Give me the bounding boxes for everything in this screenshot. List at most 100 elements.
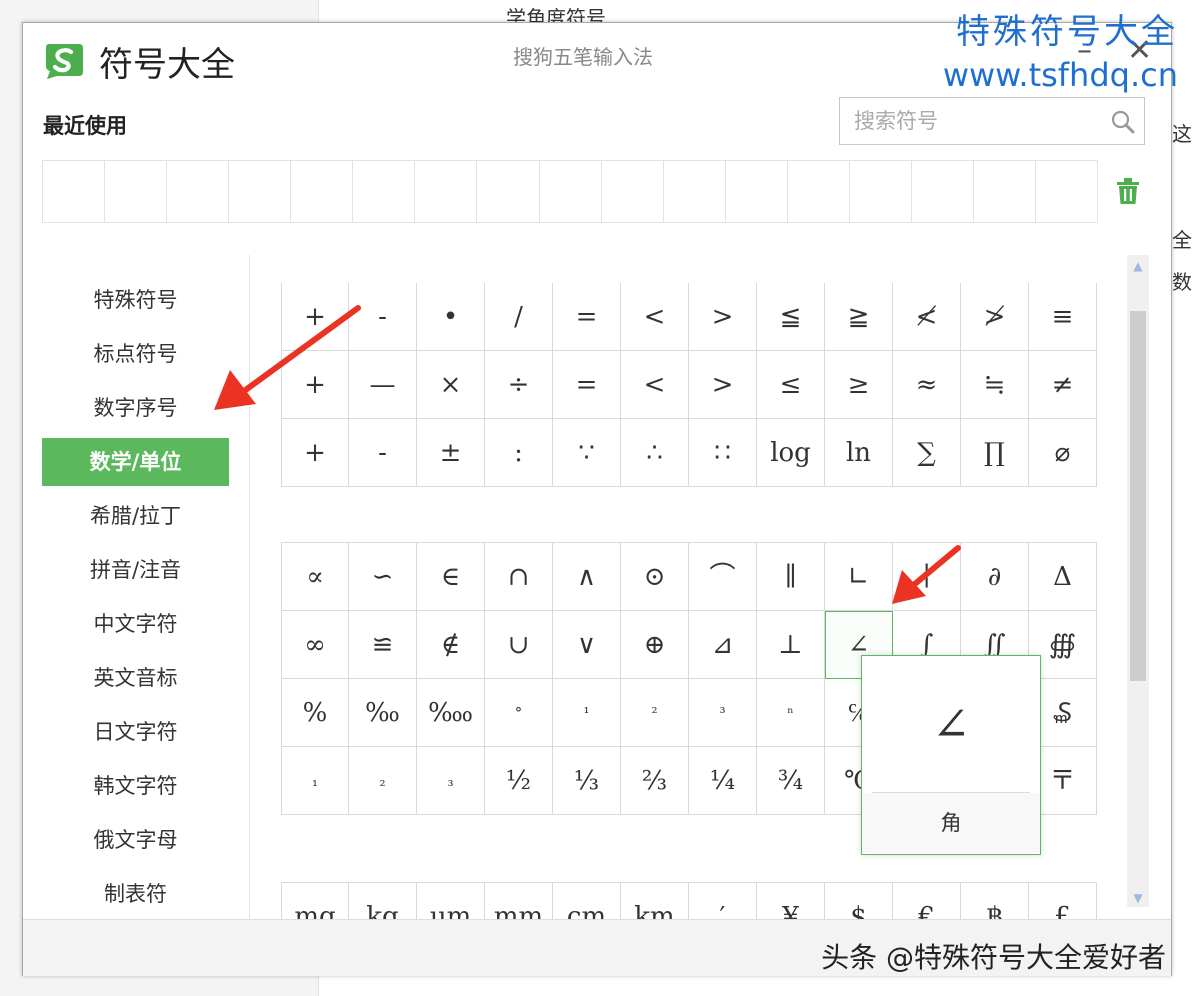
symbol-cell[interactable]: ∩	[485, 543, 553, 611]
recent-symbol-slot[interactable]	[105, 161, 168, 222]
recent-symbol-slot[interactable]	[602, 161, 664, 222]
recent-symbol-slot[interactable]	[850, 161, 912, 222]
symbol-cell[interactable]: ∞	[281, 611, 349, 679]
recent-symbol-slot[interactable]	[726, 161, 788, 222]
symbol-cell[interactable]: kg	[349, 883, 417, 919]
recent-symbol-slot[interactable]	[788, 161, 850, 222]
symbol-cell[interactable]: ln	[825, 419, 893, 487]
symbol-cell[interactable]: ÷	[485, 351, 553, 419]
symbol-cell[interactable]: ¹	[553, 679, 621, 747]
symbol-cell[interactable]: log	[757, 419, 825, 487]
symbol-cell[interactable]: ₃	[417, 747, 485, 815]
symbol-cell[interactable]: ∥	[757, 543, 825, 611]
symbol-cell[interactable]: €	[893, 883, 961, 919]
symbol-cell[interactable]: ∈	[417, 543, 485, 611]
symbol-cell[interactable]: :	[485, 419, 553, 487]
symbol-cell[interactable]: ∨	[553, 611, 621, 679]
symbol-cell[interactable]: ≧	[825, 283, 893, 351]
symbol-cell[interactable]: ∑	[893, 419, 961, 487]
symbol-cell[interactable]: ₁	[281, 747, 349, 815]
sidebar-item-7[interactable]: 中文字符	[42, 600, 229, 648]
symbol-cell[interactable]: ∣	[893, 543, 961, 611]
symbol-cell[interactable]: ∝	[281, 543, 349, 611]
sidebar-item-11[interactable]: 俄文字母	[42, 816, 229, 864]
sidebar-item-9[interactable]: 日文字符	[42, 708, 229, 756]
symbol-cell[interactable]: ¥	[757, 883, 825, 919]
symbol-cell[interactable]: ≥	[825, 351, 893, 419]
symbol-cell[interactable]: ½	[485, 747, 553, 815]
sidebar-item-4[interactable]: 数学/单位	[42, 438, 229, 486]
symbol-cell[interactable]: ²	[621, 679, 689, 747]
search-icon[interactable]	[1110, 109, 1136, 135]
symbol-cell[interactable]: ∵	[553, 419, 621, 487]
symbol-cell[interactable]: •	[417, 283, 485, 351]
symbol-cell[interactable]: ⅔	[621, 747, 689, 815]
symbol-cell[interactable]: μm	[417, 883, 485, 919]
symbol-cell[interactable]: /	[485, 283, 553, 351]
symbol-cell[interactable]: +	[281, 351, 349, 419]
sidebar-item-5[interactable]: 希腊/拉丁	[42, 492, 229, 540]
symbol-cell[interactable]: ∏	[961, 419, 1029, 487]
symbol-cell[interactable]: ฿	[961, 883, 1029, 919]
symbol-cell[interactable]: ′	[689, 883, 757, 919]
symbol-cell[interactable]: +	[281, 283, 349, 351]
symbol-cell[interactable]: ∽	[349, 543, 417, 611]
symbol-cell[interactable]: >	[689, 283, 757, 351]
symbol-cell[interactable]: ⁿ	[757, 679, 825, 747]
symbol-cell[interactable]: Δ	[1029, 543, 1097, 611]
symbol-cell[interactable]: ⊕	[621, 611, 689, 679]
symbol-cell[interactable]: ∪	[485, 611, 553, 679]
symbol-cell[interactable]: km	[621, 883, 689, 919]
symbol-cell[interactable]: <	[621, 283, 689, 351]
symbol-search-box[interactable]	[839, 97, 1145, 145]
symbol-cell[interactable]: ∴	[621, 419, 689, 487]
symbol-cell[interactable]: ≡	[1029, 283, 1097, 351]
symbol-cell[interactable]: ∷	[689, 419, 757, 487]
recent-symbol-slot[interactable]	[477, 161, 540, 222]
symbol-cell[interactable]: -	[349, 283, 417, 351]
recent-symbol-slot[interactable]	[167, 161, 230, 222]
recent-symbol-slot[interactable]	[353, 161, 416, 222]
recent-symbol-slot[interactable]	[540, 161, 602, 222]
symbol-search-input[interactable]	[840, 98, 1114, 144]
symbol-cell[interactable]: ≦	[757, 283, 825, 351]
symbol-cell[interactable]: =	[553, 351, 621, 419]
symbol-cell[interactable]: —	[349, 351, 417, 419]
sidebar-item-3[interactable]: 数字序号	[42, 384, 229, 432]
symbol-cell[interactable]: ‱	[417, 679, 485, 747]
symbol-cell[interactable]: ‰	[349, 679, 417, 747]
symbol-cell[interactable]: ∂	[961, 543, 1029, 611]
symbol-cell[interactable]: cm	[553, 883, 621, 919]
symbol-cell[interactable]: ¾	[757, 747, 825, 815]
symbol-cell[interactable]: ⌒	[689, 543, 757, 611]
symbol-cell[interactable]: ³	[689, 679, 757, 747]
scrollbar-thumb[interactable]	[1130, 311, 1146, 681]
symbol-cell[interactable]: ∧	[553, 543, 621, 611]
scroll-down-icon[interactable]: ▼	[1131, 892, 1145, 904]
symbol-cell[interactable]: £	[1029, 883, 1097, 919]
symbol-cell[interactable]: ≯	[961, 283, 1029, 351]
symbol-cell[interactable]: ≌	[349, 611, 417, 679]
symbol-cell[interactable]: ⊿	[689, 611, 757, 679]
symbol-cell[interactable]: <	[621, 351, 689, 419]
symbol-cell[interactable]: ⊥	[757, 611, 825, 679]
symbol-cell[interactable]: ⊙	[621, 543, 689, 611]
symbol-cell[interactable]: °	[485, 679, 553, 747]
symbol-cell[interactable]: =	[553, 283, 621, 351]
sidebar-item-10[interactable]: 韩文字符	[42, 762, 229, 810]
symbol-cell[interactable]: ∟	[825, 543, 893, 611]
symbol-cell[interactable]: ≠	[1029, 351, 1097, 419]
symbol-cell[interactable]: ≮	[893, 283, 961, 351]
symbol-cell[interactable]: -	[349, 419, 417, 487]
symbol-cell[interactable]: mm	[485, 883, 553, 919]
symbol-cell[interactable]: +	[281, 419, 349, 487]
sidebar-item-8[interactable]: 英文音标	[42, 654, 229, 702]
sidebar-item-2[interactable]: 标点符号	[42, 330, 229, 378]
recent-symbol-slot[interactable]	[415, 161, 478, 222]
scroll-up-icon[interactable]: ▲	[1131, 260, 1145, 272]
trash-icon[interactable]	[1115, 177, 1141, 205]
symbol-cell[interactable]: ≤	[757, 351, 825, 419]
symbol-cell[interactable]: ₂	[349, 747, 417, 815]
recent-symbol-slot[interactable]	[1036, 161, 1097, 222]
symbol-cell[interactable]: ±	[417, 419, 485, 487]
